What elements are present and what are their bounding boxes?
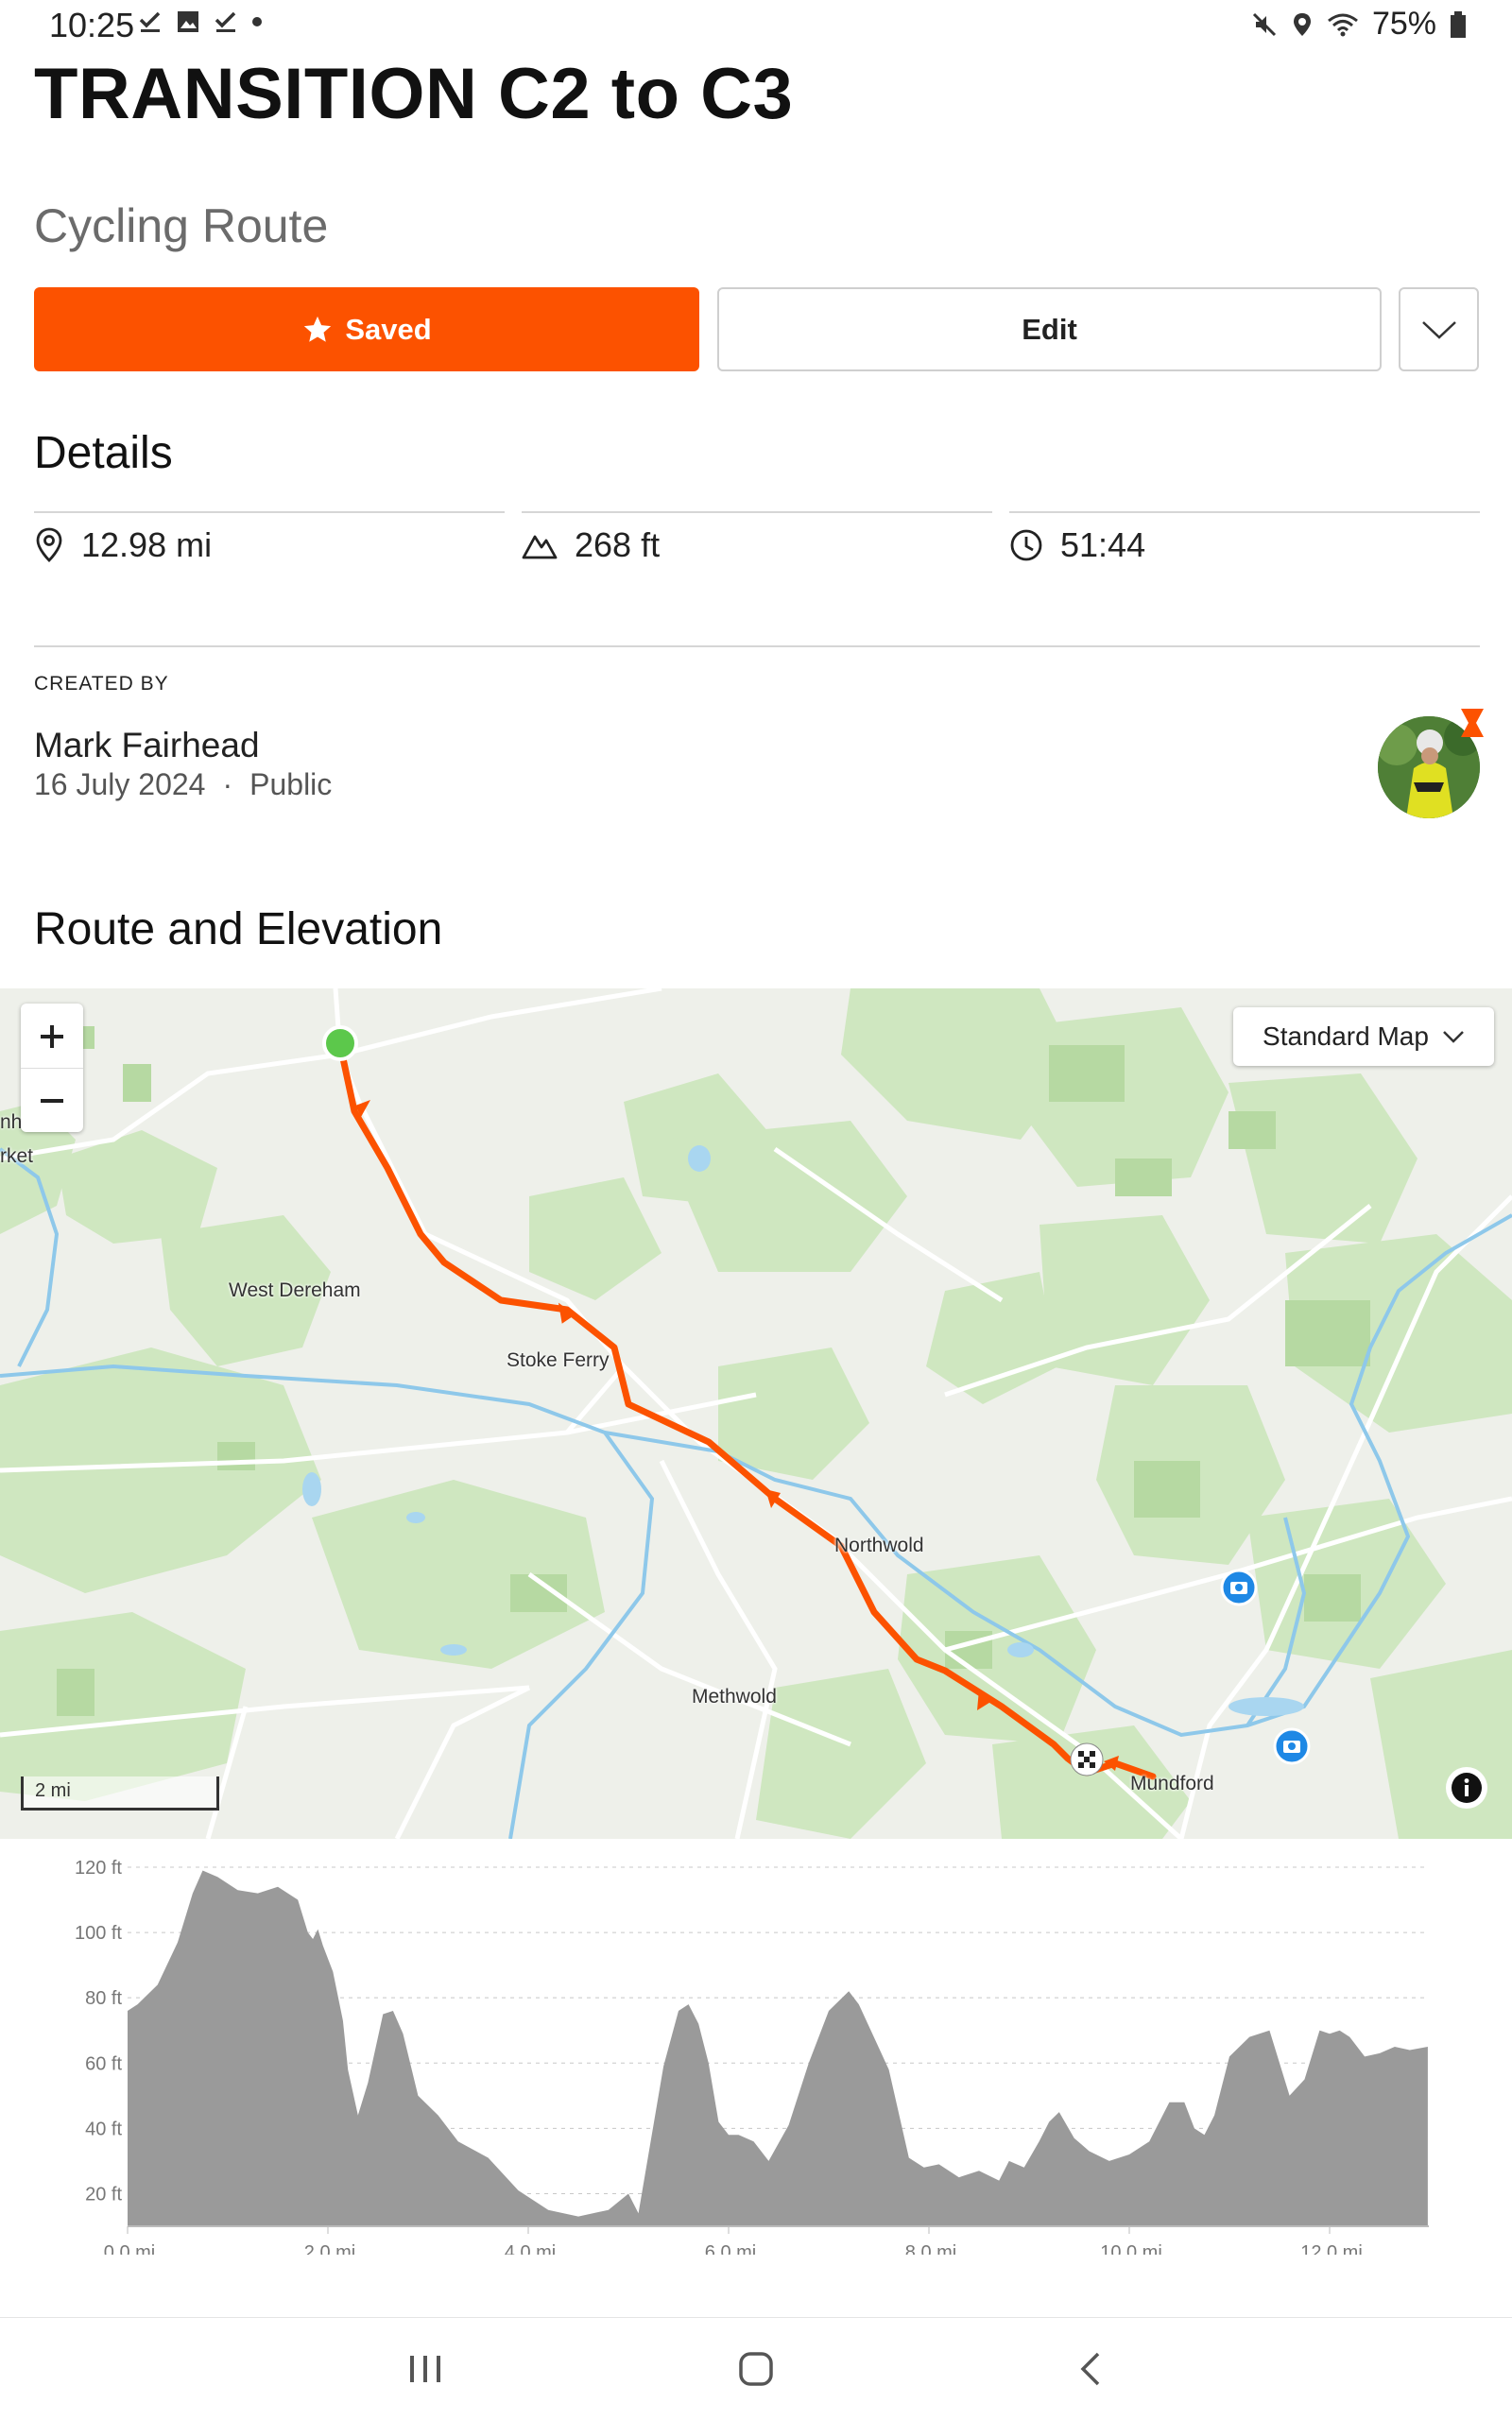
x-tick-label: 6.0 mi [705, 2242, 756, 2255]
divider [34, 511, 505, 513]
map-type-label: Standard Map [1263, 1021, 1429, 1051]
creator-name[interactable]: Mark Fairhead [34, 726, 260, 765]
map-canvas [0, 988, 1512, 1839]
distance-value: 12.98 mi [81, 525, 213, 564]
x-tick-label: 0.0 mi [104, 2242, 155, 2255]
y-tick-label: 60 ft [85, 2053, 122, 2074]
x-tick-label: 4.0 mi [505, 2242, 556, 2255]
download-done-icon-2 [215, 11, 236, 32]
system-nav-bar [0, 2317, 1512, 2420]
edit-button[interactable]: Edit [717, 287, 1382, 371]
more-options-button[interactable] [1399, 287, 1479, 371]
distance-stat: 12.98 mi [34, 525, 212, 565]
system-status: 75% [1251, 6, 1467, 43]
battery-percent: 75% [1371, 6, 1436, 42]
creator-meta: 16 July 2024 · Public [34, 767, 332, 802]
elevation-chart-svg: 20 ft 40 ft 60 ft 80 ft 100 ft 120 ft 0.0 mi 2.… [75, 1858, 1429, 2263]
plus-icon [41, 1025, 63, 1048]
route-type: Cycling Route [34, 199, 329, 252]
route-title: TRANSITION C2 to C3 [34, 54, 794, 134]
route-elevation-heading: Route and Elevation [34, 904, 443, 954]
divider [1009, 511, 1480, 513]
created-by-label: CREATED BY [34, 673, 169, 695]
mute-icon [1252, 12, 1276, 36]
place-label: rket [0, 1145, 34, 1167]
zoom-divider [21, 1068, 83, 1069]
map-info-button[interactable] [1446, 1767, 1487, 1809]
visibility: Public [249, 767, 333, 801]
edit-label: Edit [1022, 312, 1077, 346]
location-pin-icon [36, 527, 62, 562]
notification-icons [138, 9, 263, 34]
place-label: Northwold [834, 1535, 924, 1556]
y-tick-label: 20 ft [85, 2184, 122, 2205]
created-date: 16 July 2024 [34, 767, 206, 801]
place-label: Methwold [692, 1686, 777, 1708]
zoom-in-button[interactable] [21, 1005, 83, 1068]
time-stat: 51:44 [1009, 525, 1145, 565]
details-heading: Details [34, 428, 173, 478]
map-scale: 2 mi [21, 1776, 219, 1811]
y-tick-label: 80 ft [85, 1988, 122, 2009]
x-tick-label: 8.0 mi [905, 2242, 956, 2255]
mountain-icon [522, 535, 558, 559]
zoom-out-button[interactable] [21, 1070, 83, 1132]
home-icon[interactable] [737, 2350, 775, 2388]
chevron-down-icon [1421, 320, 1456, 339]
chevron-down-icon [1443, 1031, 1464, 1043]
elevation-area [128, 1870, 1428, 2226]
x-tick-label: 12.0 mi [1300, 2242, 1363, 2255]
elevation-stat: 268 ft [522, 525, 660, 565]
divider [34, 645, 1480, 647]
elevation-chart[interactable]: 20 ft 40 ft 60 ft 80 ft 100 ft 120 ft 0.0 mi 2.… [0, 1839, 1512, 2263]
x-tick-label: 10.0 mi [1100, 2242, 1162, 2255]
route-map[interactable]: nham rket West Dereham Stoke Ferry North… [0, 988, 1512, 1839]
download-done-icon [139, 11, 161, 32]
info-icon [1452, 1773, 1482, 1803]
place-label: Mundford [1130, 1773, 1214, 1794]
x-tick-label: 2.0 mi [304, 2242, 355, 2255]
time-value: 51:44 [1060, 525, 1146, 564]
image-icon [178, 11, 198, 32]
clock-icon [1010, 529, 1042, 561]
star-icon [304, 316, 332, 342]
divider [522, 511, 992, 513]
y-tick-label: 120 ft [75, 1858, 122, 1879]
place-label: West Dereham [229, 1279, 361, 1301]
zoom-controls [21, 1004, 83, 1132]
status-time: 10:25 [49, 6, 135, 44]
meta-separator: · [222, 767, 233, 801]
saved-label: Saved [345, 312, 432, 346]
recent-apps-icon[interactable] [406, 2352, 444, 2386]
place-label: Stoke Ferry [507, 1349, 610, 1371]
saved-button[interactable]: Saved [34, 287, 699, 371]
elevation-value: 268 ft [575, 525, 661, 564]
y-tick-label: 40 ft [85, 2119, 122, 2139]
status-bar: 10:25 75% [0, 0, 1512, 53]
minus-icon [41, 1099, 63, 1103]
wifi-icon [1328, 13, 1358, 36]
y-tick-label: 100 ft [75, 1923, 122, 1944]
battery-icon [1451, 10, 1466, 38]
dot-icon [252, 17, 262, 26]
subscriber-badge-icon [1461, 709, 1484, 737]
map-type-dropdown[interactable]: Standard Map [1233, 1007, 1494, 1066]
back-icon[interactable] [1075, 2350, 1104, 2388]
location-icon [1293, 12, 1311, 36]
